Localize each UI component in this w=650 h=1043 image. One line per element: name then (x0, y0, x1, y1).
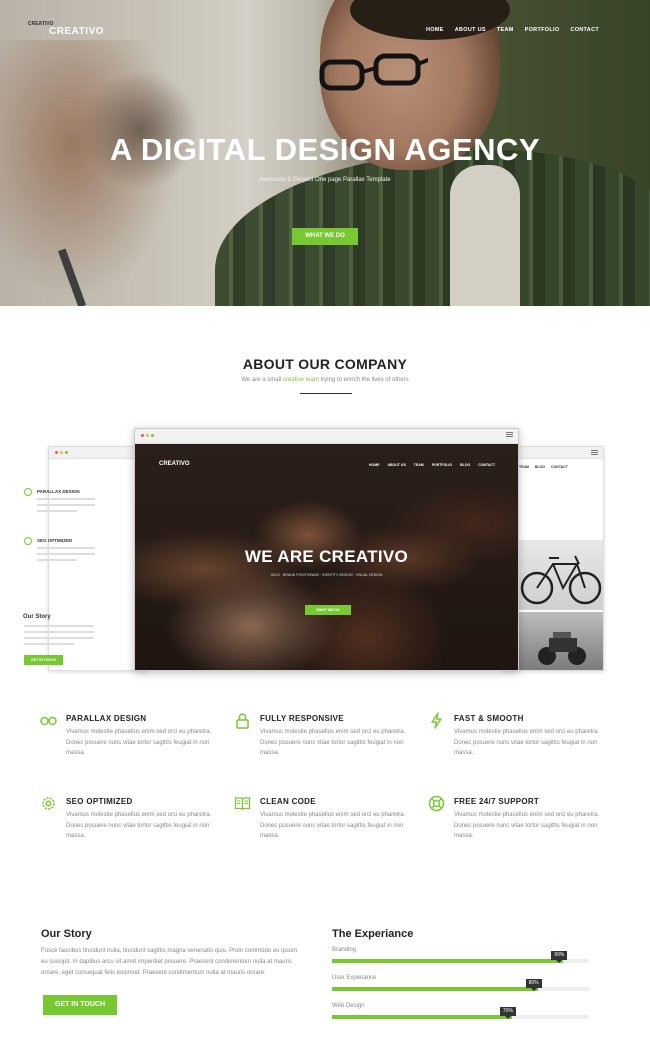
window-dots (55, 451, 68, 454)
feature-description: Vivamus molestie phasellus enim sed orci… (66, 729, 212, 756)
mockup-right-menu-item: BLOG (534, 465, 546, 469)
mockup-center-button: WHAT WE DO (305, 605, 351, 615)
mockup-left-text-line (37, 559, 77, 561)
about-subtitle-highlight: creative team (282, 377, 319, 383)
mockup-center-menu-item: PORTFOLIO (431, 463, 453, 467)
mockup-center-menu-item: HOME (369, 463, 380, 467)
mockup-center-menu: HOME ABOUT US TEAM PORTFOLIO BLOG CONTAC… (369, 463, 495, 467)
feature-description: Vivamus molestie phasellus enim sed orci… (454, 812, 600, 839)
skill-label: User Experiance (332, 975, 377, 981)
mockup-browser-bar (49, 447, 147, 459)
mockup-center-logo: CREATIVO (159, 461, 190, 467)
story-title: Our Story (41, 928, 92, 940)
about-title: ABOUT OUR COMPANY (242, 356, 408, 372)
skill-percent-badge: 80% (525, 979, 542, 991)
book-icon (234, 797, 251, 811)
skill-branding: Branding 90% (332, 947, 589, 963)
what-we-do-button[interactable]: WHAT WE DO (292, 228, 358, 245)
feature-description: Vivamus molestie phasellus enim sed orci… (66, 812, 212, 839)
skill-progress-track: 70% (332, 1007, 589, 1019)
nav-item-about-us[interactable]: ABOUT US (455, 27, 486, 33)
mockup-browser-bar (135, 429, 518, 444)
feature-title: FREE 24/7 SUPPORT (454, 797, 540, 806)
mockup-center-menu-item: BLOG (460, 463, 471, 467)
feature-title: FAST & SMOOTH (454, 714, 524, 723)
skill-progress-fill (332, 1015, 512, 1019)
mockup-center-menu-item: ABOUT US (387, 463, 406, 467)
story-text: Fusce faucibus tincidunt nulla, tincidun… (41, 948, 298, 976)
bicycle-icon (520, 555, 602, 605)
glasses-icon (40, 716, 57, 726)
hero-title: A DIGITAL DESIGN AGENCY (109, 132, 541, 167)
mockup-left-text-line (37, 510, 77, 512)
nav-item-team[interactable]: TEAM (497, 27, 514, 33)
hero-subtitle: Awesome & Elegant One page Parallax Temp… (259, 177, 391, 183)
mockup-left-feature: PARALLAX DESIGN (37, 489, 80, 494)
gear-icon (24, 537, 32, 545)
mockup-center-menu-item: CONTACT (478, 463, 496, 467)
nav-item-home[interactable]: HOME (426, 27, 444, 33)
mockup-left-text-line (37, 553, 95, 555)
mockup-left-text-line (24, 643, 74, 645)
skill-percent-badge: 70% (499, 1007, 516, 1019)
nav-item-contact[interactable]: CONTACT (570, 27, 599, 33)
about-divider (300, 393, 352, 394)
hero-section: CREATIVO HOME ABOUT US TEAM PORTFOLIO CO… (0, 0, 650, 306)
mockup-left-story-title: Our Story (23, 614, 51, 620)
skill-progress-fill (332, 987, 538, 991)
mockup-left-text-line (37, 498, 95, 500)
skill-user-experiance: User Experiance 80% (332, 975, 589, 991)
skill-percent-badge: 90% (551, 951, 568, 963)
hamburger-icon (506, 432, 513, 437)
mockup-right-menu-item: CONTACT (551, 465, 568, 469)
gear-icon (42, 797, 55, 810)
mockup-left-text-line (37, 504, 95, 506)
hamburger-icon (591, 450, 598, 455)
mockup-right-motorcycle-image (519, 612, 603, 670)
feature-title: PARALLAX DESIGN (66, 714, 147, 723)
skill-progress-track: 80% (332, 979, 589, 991)
feature-title: CLEAN CODE (260, 797, 316, 806)
mockup-left-button: GET IN TOUCH (24, 655, 63, 665)
site-logo[interactable]: CREATIVO (49, 26, 104, 37)
mockup-center-subtitle: UI/UX · BRAND POSITIONING · IDENTITY DES… (270, 573, 383, 577)
about-subtitle: We are a small creative team trying to e… (0, 377, 650, 383)
window-dots (141, 434, 154, 437)
motorcycle-icon (538, 632, 586, 665)
mockup-left-text-line (24, 631, 94, 633)
get-in-touch-button[interactable]: GET IN TOUCH (43, 995, 117, 1015)
about-subtitle-end: trying to enrich the lives of others (320, 377, 409, 383)
mockup-center-title: WE ARE CREATIVO (244, 547, 409, 566)
mockup-right-bicycle-image (519, 540, 603, 610)
feature-title: FULLY RESPONSIVE (260, 714, 344, 723)
feature-title: SEO OPTIMIZED (66, 797, 133, 806)
support-icon (428, 795, 445, 812)
lock-icon (236, 713, 249, 729)
mockup-left-text-line (24, 637, 94, 639)
mockup-right-menu: TEAM BLOG CONTACT (519, 465, 568, 469)
mockup-right-menu-item: TEAM (519, 465, 529, 469)
skill-web-design: Web Design 70% (332, 1003, 589, 1019)
mockup-left-text-line (24, 625, 94, 627)
skill-progress-track: 90% (332, 951, 589, 963)
feature-description: Vivamus molestie phasellus enim sed orci… (454, 729, 600, 756)
feature-description: Vivamus molestie phasellus enim sed orci… (260, 729, 406, 756)
experience-title: The Experiance (332, 928, 414, 940)
mockup-left-logo: CREATIVO (28, 21, 54, 27)
glasses-icon (24, 488, 32, 496)
nav-item-portfolio[interactable]: PORTFOLIO (525, 27, 560, 33)
mockup-center-menu-item: TEAM (413, 463, 424, 467)
skill-label: Web Design (332, 1003, 365, 1009)
mockup-left-text-line (37, 547, 95, 549)
bolt-icon (431, 712, 442, 729)
mockup-left-feature: SEO OPTIMIZED (37, 538, 73, 543)
skill-progress-fill (332, 959, 564, 963)
nav-menu: HOME ABOUT US TEAM PORTFOLIO CONTACT (426, 27, 599, 33)
top-navigation: CREATIVO HOME ABOUT US TEAM PORTFOLIO CO… (0, 0, 650, 60)
about-subtitle-start: We are a small (241, 377, 282, 383)
feature-description: Vivamus molestie phasellus enim sed orci… (260, 812, 406, 839)
